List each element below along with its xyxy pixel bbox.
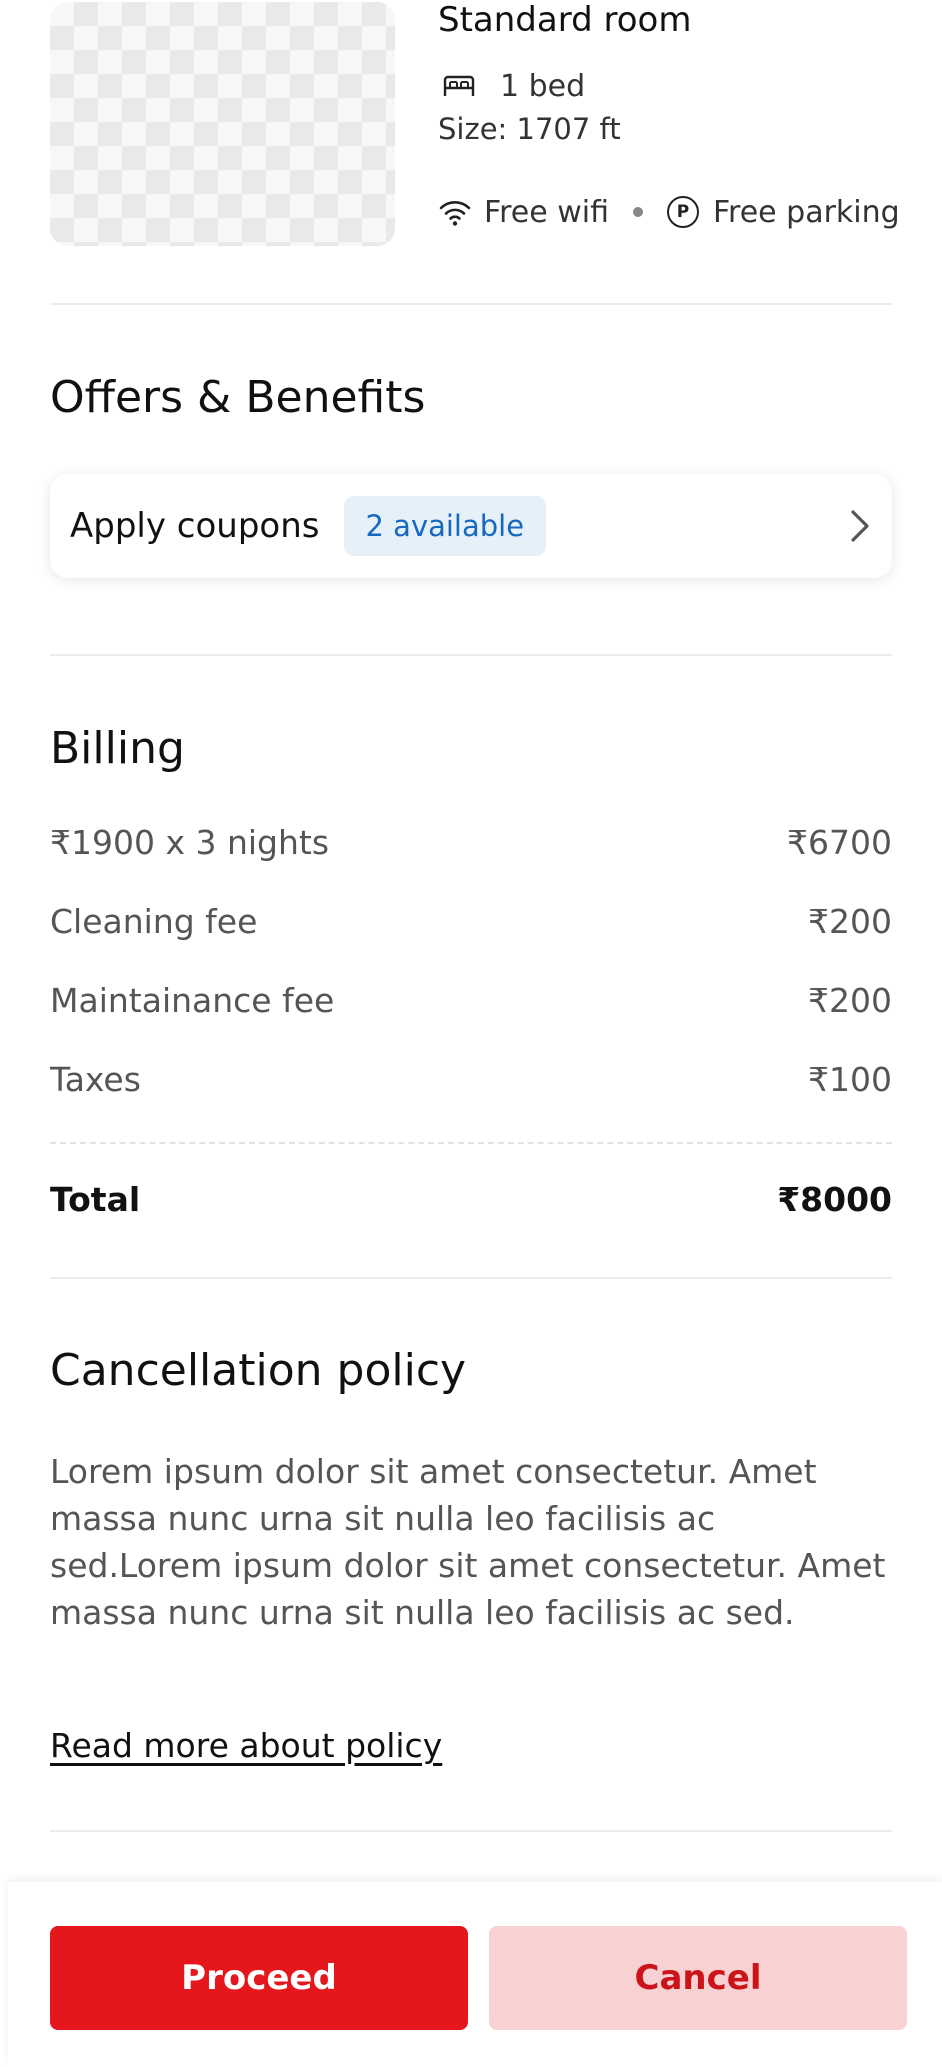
divider xyxy=(50,654,892,656)
beds-label: 1 bed xyxy=(500,68,586,104)
bill-row-amount: ₹6700 xyxy=(787,822,892,862)
cancellation-policy-title: Cancellation policy xyxy=(50,1345,467,1396)
room-photo-placeholder xyxy=(50,2,395,246)
offers-title: Offers & Benefits xyxy=(50,372,426,423)
dashed-divider xyxy=(50,1142,892,1144)
read-more-policy-link[interactable]: Read more about policy xyxy=(50,1726,442,1765)
bill-row-label: ₹1900 x 3 nights xyxy=(50,822,330,862)
bill-row: ₹1900 x 3 nights ₹6700 xyxy=(50,820,892,864)
cancel-button[interactable]: Cancel xyxy=(489,1926,907,2030)
room-size: Size: 1707 ft xyxy=(438,112,621,146)
bill-row-amount: ₹200 xyxy=(808,901,892,941)
apply-coupons-label: Apply coupons xyxy=(70,506,320,546)
bed-icon xyxy=(443,75,475,96)
bill-row: Maintainance fee ₹200 xyxy=(50,978,892,1022)
proceed-button[interactable]: Proceed xyxy=(50,1926,468,2030)
chevron-right-icon xyxy=(851,510,869,542)
bill-row-amount: ₹200 xyxy=(808,980,892,1020)
room-title: Standard room xyxy=(438,0,692,40)
amenity-label-wifi: Free wifi xyxy=(484,194,609,230)
bill-row-label: Taxes xyxy=(50,1059,141,1099)
total-amount: ₹8000 xyxy=(777,1179,892,1219)
bill-row: Cleaning fee ₹200 xyxy=(50,899,892,943)
bill-row-label: Maintainance fee xyxy=(50,980,335,1020)
divider xyxy=(50,303,892,305)
divider xyxy=(50,1277,892,1279)
total-label: Total xyxy=(50,1179,141,1219)
billing-title: Billing xyxy=(50,723,185,774)
cancellation-policy-text: Lorem ipsum dolor sit amet consectetur. … xyxy=(50,1452,886,1632)
amenities-list: Free wifi P Free parking xyxy=(438,192,900,232)
divider xyxy=(50,1830,892,1832)
wifi-icon xyxy=(439,201,471,226)
amenity-label-parking: Free parking xyxy=(712,194,900,230)
bill-row-label: Cleaning fee xyxy=(50,901,258,941)
separator-dot xyxy=(632,207,643,217)
bill-row: Taxes ₹100 xyxy=(50,1057,892,1101)
room-beds: 1 bed xyxy=(438,66,585,106)
apply-coupons-card[interactable]: Apply coupons 2 available xyxy=(50,474,892,578)
parking-icon: P xyxy=(666,196,699,228)
bill-row-amount: ₹100 xyxy=(808,1059,892,1099)
coupons-available-badge: 2 available xyxy=(343,496,547,556)
booking-summary-page: Standard room 1 bed Size: 1707 ft Free w… xyxy=(0,0,942,2067)
total-row: Total ₹8000 xyxy=(50,1176,892,1222)
room-summary: Standard room 1 bed Size: 1707 ft Free w… xyxy=(50,0,900,250)
